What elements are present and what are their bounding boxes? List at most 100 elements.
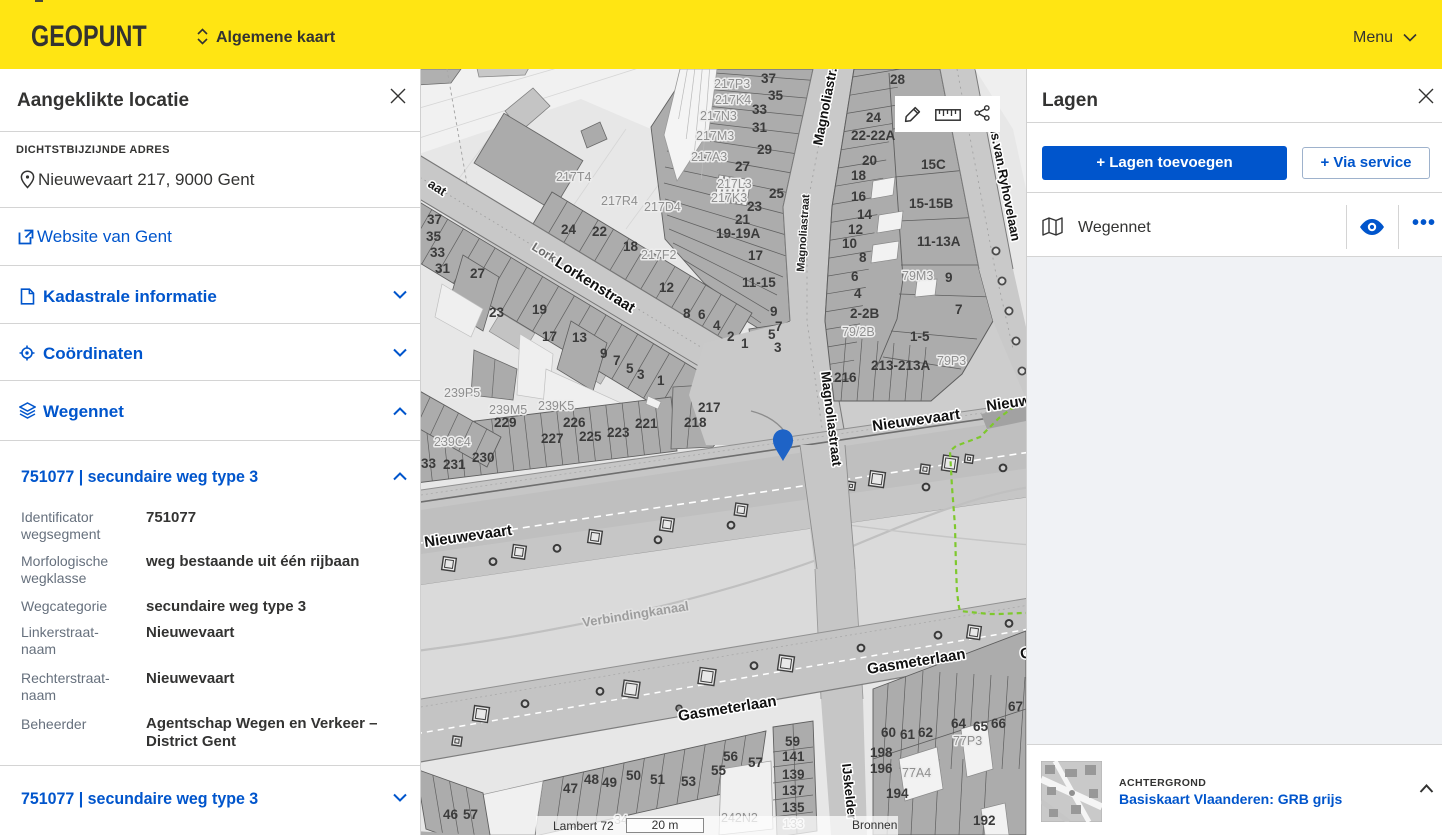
svg-text:196: 196	[870, 761, 893, 776]
svg-text:231: 231	[443, 457, 466, 472]
svg-text:48: 48	[584, 772, 600, 787]
svg-text:194: 194	[886, 786, 909, 801]
svg-text:62: 62	[918, 725, 933, 740]
svg-text:3: 3	[774, 340, 782, 355]
svg-text:223: 223	[607, 425, 630, 440]
svg-text:33: 33	[430, 245, 446, 260]
svg-text:10: 10	[842, 236, 857, 251]
svg-text:49: 49	[602, 775, 617, 790]
svg-text:21: 21	[735, 212, 751, 227]
svg-text:230: 230	[472, 450, 495, 465]
svg-text:7: 7	[955, 302, 963, 317]
svg-text:57: 57	[463, 807, 478, 822]
svg-text:2: 2	[727, 329, 735, 344]
svg-text:221: 221	[635, 416, 658, 431]
svg-text:22-22A: 22-22A	[851, 128, 896, 143]
svg-text:60: 60	[881, 725, 896, 740]
svg-text:217R4: 217R4	[601, 194, 638, 208]
svg-text:9: 9	[945, 270, 953, 285]
svg-text:28: 28	[890, 72, 906, 87]
svg-text:1: 1	[741, 336, 749, 351]
svg-text:37: 37	[761, 71, 776, 86]
svg-text:217L3: 217L3	[717, 177, 752, 191]
svg-text:37: 37	[427, 212, 442, 227]
svg-text:226: 226	[563, 415, 586, 430]
svg-text:35: 35	[426, 229, 442, 244]
svg-text:18: 18	[851, 168, 867, 183]
svg-text:64: 64	[951, 716, 967, 731]
svg-text:27: 27	[735, 159, 750, 174]
svg-text:27: 27	[470, 266, 485, 281]
svg-text:11-13A: 11-13A	[917, 234, 961, 249]
svg-text:225: 225	[579, 429, 602, 444]
svg-text:79M3: 79M3	[902, 269, 933, 283]
svg-text:24: 24	[561, 222, 577, 237]
svg-text:59: 59	[785, 734, 800, 749]
svg-text:14: 14	[857, 207, 873, 222]
svg-text:77P3: 77P3	[953, 734, 982, 748]
svg-text:217N3: 217N3	[700, 109, 737, 123]
svg-text:57: 57	[748, 755, 763, 770]
svg-text:67: 67	[1008, 699, 1023, 714]
svg-text:227: 227	[541, 431, 564, 446]
svg-text:77A4: 77A4	[902, 766, 931, 780]
svg-text:61: 61	[900, 727, 916, 742]
svg-text:51: 51	[650, 772, 666, 787]
svg-text:46: 46	[443, 807, 459, 822]
svg-text:31: 31	[752, 120, 768, 135]
svg-text:7: 7	[775, 319, 783, 334]
svg-text:15C: 15C	[921, 157, 946, 172]
svg-text:24: 24	[866, 110, 882, 125]
svg-text:218: 218	[684, 415, 707, 430]
svg-text:25: 25	[769, 186, 785, 201]
svg-text:217D4: 217D4	[644, 200, 681, 214]
svg-text:213-213A: 213-213A	[871, 358, 931, 373]
svg-text:217T4: 217T4	[556, 170, 591, 184]
svg-text:4: 4	[854, 286, 862, 301]
svg-text:239P5: 239P5	[444, 386, 480, 400]
svg-text:79P3: 79P3	[937, 354, 966, 368]
svg-text:29: 29	[757, 142, 772, 157]
svg-text:216: 216	[834, 370, 857, 385]
svg-text:56: 56	[723, 749, 739, 764]
svg-text:22: 22	[592, 224, 607, 239]
svg-text:217P3: 217P3	[714, 77, 750, 91]
svg-text:9: 9	[770, 304, 778, 319]
svg-text:6: 6	[698, 307, 706, 322]
svg-text:239M5: 239M5	[489, 403, 527, 417]
svg-text:18: 18	[623, 239, 639, 254]
svg-text:35: 35	[768, 88, 784, 103]
svg-text:217F2: 217F2	[641, 248, 676, 262]
svg-text:6: 6	[851, 269, 859, 284]
svg-text:3: 3	[637, 367, 645, 382]
svg-text:55: 55	[711, 763, 727, 778]
svg-text:139: 139	[782, 767, 805, 782]
svg-text:217K4: 217K4	[715, 93, 751, 107]
svg-text:12: 12	[848, 222, 863, 237]
svg-text:47: 47	[563, 781, 578, 796]
svg-text:17: 17	[542, 329, 557, 344]
svg-text:1-5: 1-5	[910, 329, 930, 344]
svg-text:2-2B: 2-2B	[850, 306, 880, 321]
svg-text:135: 135	[782, 800, 805, 815]
svg-text:20: 20	[862, 153, 877, 168]
svg-text:33: 33	[421, 456, 437, 471]
svg-text:229: 229	[494, 415, 517, 430]
svg-text:137: 137	[782, 783, 805, 798]
svg-text:65: 65	[973, 719, 989, 734]
svg-text:11-15: 11-15	[742, 275, 776, 290]
svg-text:19-19A: 19-19A	[716, 226, 761, 241]
svg-text:17: 17	[748, 248, 763, 263]
svg-text:239C4: 239C4	[434, 435, 471, 449]
svg-text:217K3: 217K3	[711, 191, 747, 205]
svg-text:141: 141	[782, 749, 805, 764]
svg-text:239K5: 239K5	[538, 399, 574, 413]
svg-text:217M3: 217M3	[696, 129, 734, 143]
svg-text:217: 217	[698, 400, 721, 415]
svg-text:33: 33	[752, 102, 768, 117]
svg-text:15-15B: 15-15B	[909, 196, 954, 211]
svg-text:19: 19	[532, 302, 547, 317]
svg-text:13: 13	[572, 330, 588, 345]
svg-text:9: 9	[600, 346, 608, 361]
svg-text:53: 53	[681, 774, 697, 789]
